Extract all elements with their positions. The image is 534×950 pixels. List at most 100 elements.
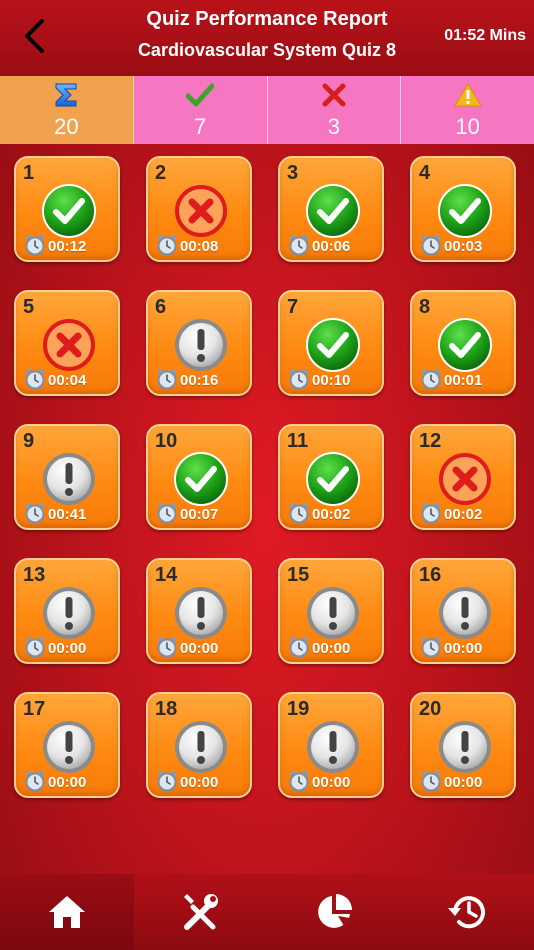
- alarm-clock-icon: [24, 636, 46, 658]
- question-time: 00:04: [48, 372, 87, 389]
- question-time: 00:00: [312, 640, 351, 657]
- skipped-icon: [437, 719, 493, 775]
- question-time: 00:00: [444, 640, 483, 657]
- question-number: 18: [155, 698, 178, 720]
- question-tile[interactable]: 13 00:00: [14, 558, 120, 664]
- alarm-clock-icon: [420, 502, 442, 524]
- question-time: 00:16: [180, 372, 219, 389]
- alarm-clock-icon: [288, 368, 310, 390]
- stat-total-value: 20: [54, 114, 79, 139]
- question-time: 00:01: [444, 372, 483, 389]
- question-time: 00:00: [312, 774, 351, 791]
- stat-skipped: 10: [401, 76, 534, 144]
- alarm-clock-icon: [24, 770, 46, 792]
- question-time: 00:00: [180, 774, 219, 791]
- question-grid: 1 00:12 2 00:08 3 00:06 4 00:03 5 00:04 6 00:16 7 00:…: [14, 156, 516, 798]
- question-number: 4: [419, 162, 431, 184]
- question-time: 00:10: [312, 372, 351, 389]
- alarm-clock-icon: [288, 770, 310, 792]
- question-number: 13: [23, 564, 46, 586]
- wrong-icon: [173, 183, 229, 239]
- question-time: 00:07: [180, 506, 219, 523]
- alarm-clock-icon: [156, 770, 178, 792]
- skipped-icon: [41, 719, 97, 775]
- question-tile[interactable]: 18 00:00: [146, 692, 252, 798]
- wrong-icon: [41, 317, 97, 373]
- question-tile[interactable]: 15 00:00: [278, 558, 384, 664]
- question-tile[interactable]: 4 00:03: [410, 156, 516, 262]
- pie-chart-icon: [317, 894, 352, 928]
- question-time: 00:00: [48, 640, 87, 657]
- correct-icon: [173, 451, 229, 507]
- correct-icon: [305, 451, 361, 507]
- question-number: 17: [23, 698, 46, 720]
- question-number: 14: [155, 564, 178, 586]
- skipped-icon: [41, 451, 97, 507]
- question-number: 16: [419, 564, 442, 586]
- alarm-clock-icon: [156, 636, 178, 658]
- question-number: 6: [155, 296, 167, 318]
- skipped-icon: [173, 317, 229, 373]
- alarm-clock-icon: [24, 368, 46, 390]
- history-icon: [448, 896, 486, 929]
- question-tile[interactable]: 14 00:00: [146, 558, 252, 664]
- header: Quiz Performance Report Cardiovascular S…: [0, 0, 534, 76]
- stat-wrong-value: 3: [327, 114, 340, 139]
- tab-tools[interactable]: [134, 874, 268, 950]
- question-tile[interactable]: 17 00:00: [14, 692, 120, 798]
- question-tile[interactable]: 7 00:10: [278, 290, 384, 396]
- correct-icon: [305, 317, 361, 373]
- tab-home[interactable]: [0, 874, 134, 950]
- question-time: 00:12: [48, 238, 87, 255]
- question-tile[interactable]: 3 00:06: [278, 156, 384, 262]
- alarm-clock-icon: [156, 502, 178, 524]
- alarm-clock-icon: [420, 636, 442, 658]
- question-tile[interactable]: 19 00:00: [278, 692, 384, 798]
- question-tile[interactable]: 16 00:00: [410, 558, 516, 664]
- question-number: 20: [419, 698, 442, 720]
- alarm-clock-icon: [24, 502, 46, 524]
- stat-correct: 7: [133, 76, 268, 144]
- skipped-icon: [173, 719, 229, 775]
- question-time: 00:08: [180, 238, 219, 255]
- stat-total: 20: [0, 76, 134, 144]
- alarm-clock-icon: [156, 368, 178, 390]
- question-number: 5: [23, 296, 35, 318]
- question-number: 7: [287, 296, 299, 318]
- question-time: 00:02: [312, 506, 351, 523]
- question-number: 2: [155, 162, 167, 184]
- alarm-clock-icon: [420, 234, 442, 256]
- question-time: 00:00: [48, 774, 87, 791]
- skipped-icon: [305, 719, 361, 775]
- question-tile[interactable]: 10 00:07: [146, 424, 252, 530]
- stat-correct-value: 7: [194, 114, 207, 139]
- tab-bar: [0, 874, 534, 950]
- question-time: 00:02: [444, 506, 483, 523]
- skipped-icon: [41, 585, 97, 641]
- question-tile[interactable]: 6 00:16: [146, 290, 252, 396]
- tab-history[interactable]: [401, 874, 534, 950]
- question-tile[interactable]: 9 00:41: [14, 424, 120, 530]
- question-tile[interactable]: 12 00:02: [410, 424, 516, 530]
- warning-icon: [454, 83, 482, 107]
- question-number: 3: [287, 162, 299, 184]
- alarm-clock-icon: [288, 502, 310, 524]
- alarm-clock-icon: [420, 770, 442, 792]
- question-number: 11: [287, 430, 309, 452]
- question-tile[interactable]: 5 00:04: [14, 290, 120, 396]
- question-tile[interactable]: 1 00:12: [14, 156, 120, 262]
- question-tile[interactable]: 2 00:08: [146, 156, 252, 262]
- question-number: 15: [287, 564, 310, 586]
- question-tile[interactable]: 11 00:02: [278, 424, 384, 530]
- question-time: 00:03: [444, 238, 483, 255]
- question-time: 00:00: [444, 774, 483, 791]
- alarm-clock-icon: [288, 636, 310, 658]
- question-number: 19: [287, 698, 310, 720]
- question-tile[interactable]: 8 00:01: [410, 290, 516, 396]
- alarm-clock-icon: [288, 234, 310, 256]
- question-number: 10: [155, 430, 178, 452]
- sigma-icon: [55, 83, 77, 107]
- question-tile[interactable]: 20 00:00: [410, 692, 516, 798]
- question-time: 00:00: [180, 640, 219, 657]
- tab-stats[interactable]: [267, 874, 401, 950]
